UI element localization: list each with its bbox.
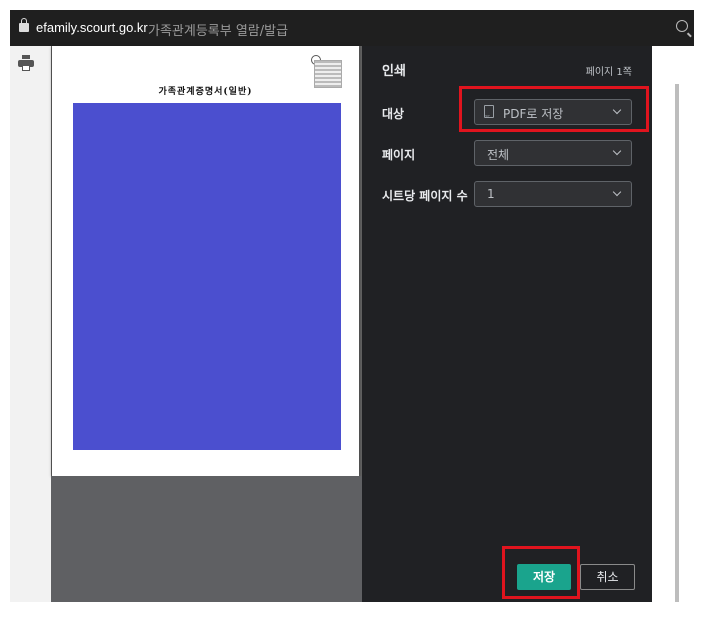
pages-select[interactable]: 전체 <box>474 140 632 166</box>
pages-per-sheet-label: 시트당 페이지 수 <box>382 189 468 203</box>
zoom-icon[interactable] <box>676 20 688 32</box>
redacted-content-block <box>73 103 341 450</box>
preview-background <box>51 476 362 602</box>
document-title: 가족관계증명서(일반) <box>158 87 253 97</box>
pages-per-sheet-select[interactable]: 1 <box>474 181 632 207</box>
left-toolbar <box>10 46 51 602</box>
qr-code <box>314 60 342 88</box>
dialog-heading: 인쇄 <box>382 64 406 79</box>
chevron-down-icon <box>612 187 622 197</box>
lock-icon <box>19 18 29 32</box>
pages-label: 페이지 <box>382 148 416 162</box>
address-bar[interactable]: efamily.scourt.go.kr 가족관계등록부 열람/발급 <box>10 10 694 46</box>
destination-label: 대상 <box>382 107 405 121</box>
cancel-button[interactable]: 취소 <box>580 564 635 590</box>
page-count: 페이지 1쪽 <box>585 67 632 78</box>
scrollbar[interactable] <box>675 84 679 602</box>
right-margin <box>652 46 676 602</box>
printer-icon[interactable] <box>18 55 34 72</box>
highlight-box-save <box>502 546 580 599</box>
url-text: efamily.scourt.go.kr <box>36 20 148 35</box>
highlight-box-destination <box>459 86 649 132</box>
page-title: 가족관계등록부 열람/발급 <box>148 24 289 39</box>
pages-value: 전체 <box>487 148 510 162</box>
chevron-down-icon <box>612 146 622 156</box>
preview-page: 가족관계증명서(일반) <box>52 46 359 476</box>
pages-per-sheet-value: 1 <box>487 187 495 201</box>
